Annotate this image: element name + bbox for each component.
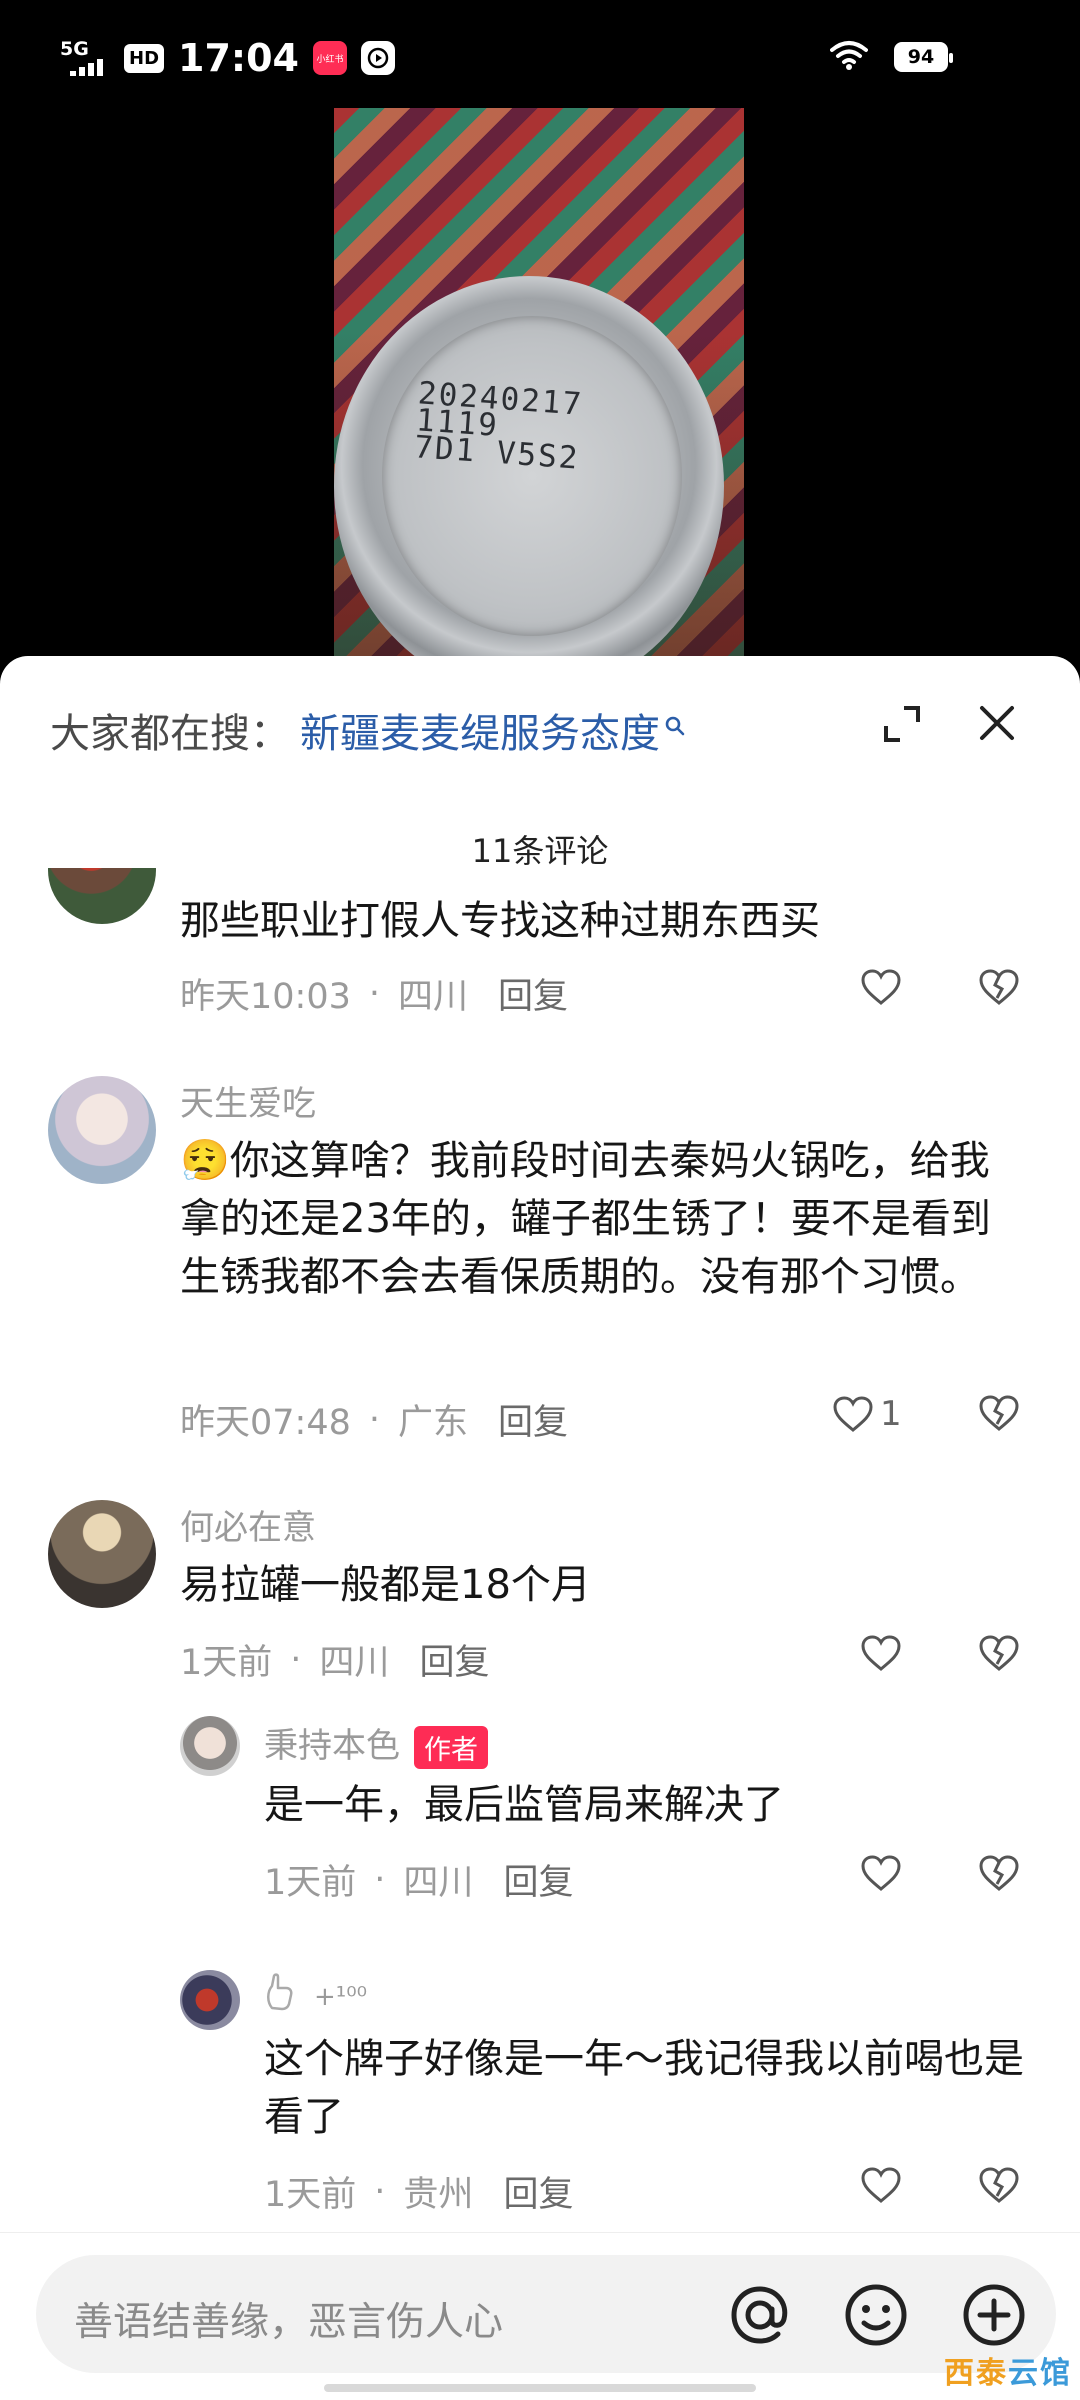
comment-location: 贵州 <box>403 2175 474 2215</box>
comment-count-title: 11条评论 <box>471 832 609 870</box>
wifi-icon <box>830 40 868 74</box>
avatar[interactable] <box>180 1970 240 2030</box>
comment-location: 四川 <box>319 1643 390 1683</box>
heart-icon <box>861 1855 901 1891</box>
reply-button[interactable]: 回复 <box>503 1854 573 1905</box>
comment-time: 1天前 <box>264 1863 357 1903</box>
close-icon[interactable] <box>976 702 1018 748</box>
comment-meta: 昨天07:48 · 广东 回复 <box>180 1394 568 1445</box>
comment-username[interactable]: +¹⁰⁰ <box>264 1972 367 2021</box>
like-button[interactable] <box>860 1854 902 1892</box>
comment-input-bar: 善语结善缘，恶言伤人心 <box>0 2232 1080 2400</box>
comment-sheet: 大家都在搜： 新疆麦麦缇服务态度 11条评论 那些职业打假人专找这种过期东西买 … <box>0 656 1080 2400</box>
comment-text: 是一年，最后监管局来解决了 <box>264 1782 784 1828</box>
like-button[interactable]: 1 <box>832 1394 902 1434</box>
home-indicator[interactable] <box>324 2384 756 2392</box>
search-icon <box>664 701 686 747</box>
add-icon[interactable] <box>958 2279 1030 2355</box>
avatar[interactable] <box>48 1076 156 1184</box>
comment-location: 四川 <box>403 1863 474 1903</box>
comment-meta: 1天前 · 四川 回复 <box>180 1634 489 1685</box>
comment-text: 易拉罐一般都是18个月 <box>180 1562 591 1608</box>
hand-sign-icon <box>264 1972 300 2021</box>
broken-heart-icon <box>979 1635 1019 1671</box>
broken-heart-icon <box>979 969 1019 1005</box>
dislike-button[interactable] <box>978 2166 1020 2208</box>
author-badge: 作者 <box>414 1726 488 1769</box>
comment-location: 四川 <box>398 977 469 1017</box>
comment-meta: 1天前 · 贵州 回复 <box>264 2166 573 2217</box>
cellular-signal-icon: 5G <box>60 40 110 76</box>
expand-icon[interactable] <box>880 702 924 750</box>
dislike-button[interactable] <box>978 1854 1020 1896</box>
comment-time: 1天前 <box>180 1643 273 1683</box>
reply-button[interactable]: 回复 <box>498 1394 568 1445</box>
trending-search-link[interactable]: 新疆麦麦缇服务态度 <box>300 701 660 759</box>
comment-username[interactable]: 秉持本色 作者 <box>264 1718 488 1769</box>
reply-button[interactable]: 回复 <box>498 968 568 1019</box>
heart-icon <box>833 1396 873 1432</box>
video-frame: 20240217 1119 7D1 V5S2 <box>334 108 744 668</box>
trending-search-label: 大家都在搜： <box>50 711 290 757</box>
trending-search[interactable]: 大家都在搜： 新疆麦麦缇服务态度 <box>50 700 686 760</box>
comment-location: 广东 <box>398 1403 469 1443</box>
battery-icon: 94 <box>894 42 953 72</box>
emoji-sigh-icon: 😮‍💨 <box>180 1138 230 1184</box>
like-button[interactable] <box>860 1634 902 1672</box>
dislike-button[interactable] <box>978 968 1020 1010</box>
comment-input[interactable]: 善语结善缘，恶言伤人心 <box>36 2255 1056 2373</box>
heart-icon <box>861 1635 901 1671</box>
comment-time: 昨天10:03 <box>180 977 351 1017</box>
heart-icon <box>861 2167 901 2203</box>
like-button[interactable] <box>860 2166 902 2204</box>
status-bar: 5G HD 17:04 小红书 94 <box>0 0 1080 108</box>
can-date-code: 20240217 1119 7D1 V5S2 <box>413 375 585 477</box>
dislike-button[interactable] <box>978 1394 1020 1436</box>
watermark: 西泰云馆 <box>944 2356 1072 2391</box>
broken-heart-icon <box>979 2167 1019 2203</box>
comment-meta: 昨天10:03 · 四川 回复 <box>180 968 568 1019</box>
video-player[interactable]: 20240217 1119 7D1 V5S2 <box>0 108 1080 668</box>
avatar[interactable] <box>180 1716 240 1776</box>
dislike-button[interactable] <box>978 1634 1020 1676</box>
comment-meta: 1天前 · 四川 回复 <box>264 1854 573 1905</box>
comment-username[interactable]: 何必在意 <box>180 1500 316 1549</box>
reply-button[interactable]: 回复 <box>419 1634 489 1685</box>
emoji-icon[interactable] <box>840 2279 912 2355</box>
avatar[interactable] <box>48 1500 156 1608</box>
comment-time: 1天前 <box>264 2175 357 2215</box>
broken-heart-icon <box>979 1395 1019 1431</box>
comment-list[interactable]: 那些职业打假人专找这种过期东西买 昨天10:03 · 四川 回复 天生爱吃 😮‍… <box>0 868 1080 2248</box>
like-button[interactable] <box>860 968 902 1006</box>
comment-text: 那些职业打假人专找这种过期东西买 <box>180 898 820 944</box>
comment-input-placeholder: 善语结善缘，恶言伤人心 <box>74 2300 504 2345</box>
like-count: 1 <box>880 1394 902 1434</box>
network-type: 5G <box>60 38 89 60</box>
xiaohongshu-notification-icon: 小红书 <box>312 41 347 75</box>
avatar[interactable] <box>48 868 156 924</box>
reply-button[interactable]: 回复 <box>503 2166 573 2217</box>
comment-text: 😮‍💨你这算啥？我前段时间去秦妈火锅吃，给我拿的还是23年的，罐子都生锈了！要不… <box>180 1138 991 1300</box>
comment-time: 昨天07:48 <box>180 1403 351 1443</box>
heart-icon <box>861 969 901 1005</box>
play-notification-icon <box>360 41 395 75</box>
hd-badge: HD <box>124 43 165 73</box>
comment-text: 这个牌子好像是一年～我记得我以前喝也是看了 <box>264 2036 1024 2140</box>
mention-at-icon[interactable] <box>724 2279 796 2355</box>
clock: 17:04 <box>178 36 299 80</box>
can-bottom-image: 20240217 1119 7D1 V5S2 <box>334 276 724 668</box>
comment-username[interactable]: 天生爱吃 <box>180 1076 316 1125</box>
broken-heart-icon <box>979 1855 1019 1891</box>
